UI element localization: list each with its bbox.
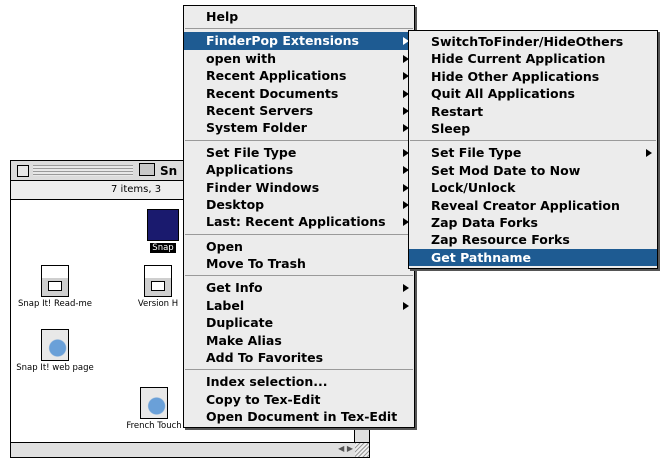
file-label: Snap It! web page xyxy=(16,363,94,373)
close-box-icon[interactable] xyxy=(17,165,29,177)
app-icon-snap[interactable]: Snap xyxy=(141,209,185,253)
item-count: 7 items, 3 xyxy=(111,184,162,195)
menu-item-add-to-favorites[interactable]: Add To Favorites xyxy=(184,349,414,366)
menu-item-open-with[interactable]: open with xyxy=(184,50,414,67)
menu-item-quit-all-apps[interactable]: Quit All Applications xyxy=(409,85,657,102)
menu-separator xyxy=(185,233,413,235)
menu-item-get-pathname[interactable]: Get Pathname xyxy=(409,248,657,267)
menu-item-help[interactable]: Help xyxy=(184,8,414,25)
file-icon-snapit-web[interactable]: Snap It! web page xyxy=(15,329,95,373)
menu-item-last-recent-applications[interactable]: Last: Recent Applications xyxy=(184,213,414,230)
menu-item-sub-set-file-type[interactable]: Set File Type xyxy=(409,144,657,161)
horizontal-scrollbar[interactable]: ◀ ▶ xyxy=(11,442,369,457)
menu-item-copy-to-tex-edit[interactable]: Copy to Tex-Edit xyxy=(184,391,414,408)
menu-item-restart[interactable]: Restart xyxy=(409,103,657,120)
window-title-label: Sn xyxy=(160,164,178,178)
menu-item-desktop[interactable]: Desktop xyxy=(184,196,414,213)
menu-item-duplicate[interactable]: Duplicate xyxy=(184,314,414,331)
folder-icon xyxy=(139,163,155,176)
menu-item-label[interactable]: Label xyxy=(184,297,414,314)
file-icon-snapit-readme[interactable]: Snap It! Read-me xyxy=(15,265,95,309)
document-icon xyxy=(144,265,172,297)
menu-separator xyxy=(185,275,413,277)
menu-item-move-to-trash[interactable]: Move To Trash xyxy=(184,255,414,272)
web-page-icon xyxy=(41,329,69,361)
menu-item-hide-current-app[interactable]: Hide Current Application xyxy=(409,50,657,67)
submenu-arrow-icon xyxy=(403,284,409,293)
document-icon xyxy=(41,265,69,297)
application-icon xyxy=(147,209,179,241)
menu-item-finderpop-extensions[interactable]: FinderPop Extensions xyxy=(184,32,414,50)
menu-item-recent-applications[interactable]: Recent Applications xyxy=(184,67,414,84)
menu-item-open[interactable]: Open xyxy=(184,238,414,255)
submenu-arrow-icon xyxy=(403,301,409,310)
resize-grip-icon[interactable] xyxy=(355,443,369,457)
menu-item-recent-servers[interactable]: Recent Servers xyxy=(184,102,414,119)
window-title: Sn xyxy=(133,163,184,179)
menu-item-system-folder[interactable]: System Folder xyxy=(184,119,414,136)
menu-separator xyxy=(410,140,656,142)
menu-item-make-alias[interactable]: Make Alias xyxy=(184,332,414,349)
menu-separator xyxy=(185,369,413,371)
menu-item-applications[interactable]: Applications xyxy=(184,161,414,178)
scroll-arrows-icon[interactable]: ◀ ▶ xyxy=(338,444,353,453)
finderpop-submenu: SwitchToFinder/HideOthers Hide Current A… xyxy=(408,30,658,269)
menu-item-index-selection[interactable]: Index selection... xyxy=(184,373,414,390)
web-page-icon xyxy=(140,387,168,419)
menu-item-set-mod-date[interactable]: Set Mod Date to Now xyxy=(409,162,657,179)
menu-item-get-info[interactable]: Get Info xyxy=(184,279,414,296)
menu-item-zap-resource-forks[interactable]: Zap Resource Forks xyxy=(409,231,657,248)
menu-separator xyxy=(185,139,413,141)
file-label: Snap xyxy=(150,243,176,253)
context-menu: Help FinderPop Extensions open with Rece… xyxy=(183,5,415,428)
submenu-arrow-icon xyxy=(646,149,652,158)
menu-separator xyxy=(185,28,413,30)
menu-item-recent-documents[interactable]: Recent Documents xyxy=(184,85,414,102)
menu-item-reveal-creator[interactable]: Reveal Creator Application xyxy=(409,197,657,214)
menu-item-zap-data-forks[interactable]: Zap Data Forks xyxy=(409,214,657,231)
menu-item-switch-to-finder[interactable]: SwitchToFinder/HideOthers xyxy=(409,33,657,50)
menu-item-set-file-type[interactable]: Set File Type xyxy=(184,144,414,161)
menu-item-finder-windows[interactable]: Finder Windows xyxy=(184,179,414,196)
menu-item-hide-other-apps[interactable]: Hide Other Applications xyxy=(409,68,657,85)
menu-item-lock-unlock[interactable]: Lock/Unlock xyxy=(409,179,657,196)
file-label: Snap It! Read-me xyxy=(18,299,92,309)
menu-item-sleep[interactable]: Sleep xyxy=(409,120,657,137)
menu-item-open-in-tex-edit[interactable]: Open Document in Tex-Edit xyxy=(184,408,414,425)
